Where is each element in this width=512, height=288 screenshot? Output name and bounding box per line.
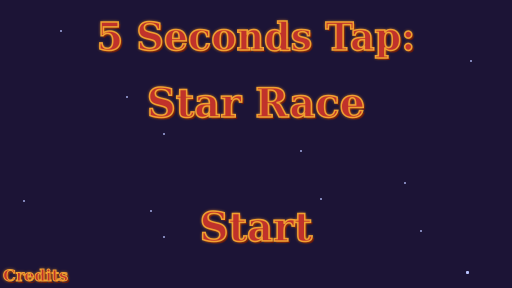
credits-button[interactable]: Credits [2, 266, 68, 286]
star-icon [466, 271, 469, 274]
star-icon [404, 182, 406, 184]
star-icon [300, 150, 302, 152]
star-icon [23, 200, 25, 202]
star-icon [163, 133, 165, 135]
game-screen: 5 Seconds Tap: Star Race Start Credits [0, 0, 512, 288]
star-icon [470, 60, 472, 62]
game-title-line-2: Star Race [146, 79, 366, 128]
star-icon [320, 198, 322, 200]
start-button[interactable]: Start [0, 203, 512, 252]
game-title-line-1: 5 Seconds Tap: [96, 13, 416, 60]
